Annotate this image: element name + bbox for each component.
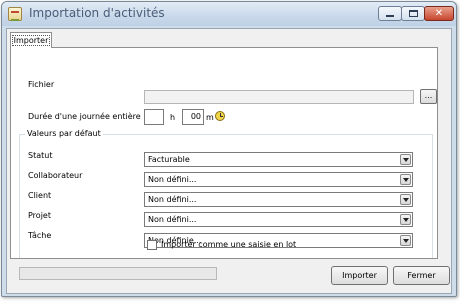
projet-select[interactable]: Non défini...	[144, 212, 413, 227]
tab-importer-label: Importer	[11, 35, 51, 46]
chevron-down-icon[interactable]	[400, 174, 411, 185]
maximize-icon	[408, 10, 418, 17]
fermer-button[interactable]: Fermer	[393, 266, 450, 285]
collaborateur-select[interactable]: Non défini...	[144, 172, 413, 187]
fichier-input[interactable]	[144, 90, 414, 104]
chevron-down-icon[interactable]	[400, 235, 411, 246]
minutes-input[interactable]: 00	[182, 109, 204, 125]
client-value: Non défini...	[148, 195, 197, 204]
collaborateur-label: Collaborateur	[28, 171, 83, 180]
chevron-down-icon[interactable]	[400, 214, 411, 225]
batch-import-checkbox[interactable]	[147, 240, 157, 250]
close-button[interactable]: ✕	[424, 6, 454, 21]
import-button[interactable]: Importer	[331, 266, 388, 285]
defaults-group-title: Valeurs par défaut	[25, 129, 103, 138]
batch-import-label: Importer comme une saisie en lot	[161, 240, 297, 249]
minutes-unit-label: m	[206, 113, 214, 122]
collaborateur-value: Non défini...	[148, 175, 197, 184]
import-dialog-window: Importation d'activités ✕ Importer Fichi…	[1, 1, 457, 297]
minimize-icon	[386, 15, 394, 17]
progress-bar	[19, 267, 217, 280]
chevron-down-icon[interactable]	[400, 154, 411, 165]
app-import-icon	[8, 7, 22, 21]
projet-label: Projet	[28, 211, 51, 220]
minimize-button[interactable]	[378, 6, 402, 21]
statut-value: Facturable	[148, 155, 190, 164]
tab-importer[interactable]: Importer	[10, 32, 52, 48]
statut-label: Statut	[28, 151, 53, 160]
fichier-label: Fichier	[28, 80, 55, 89]
close-icon: ✕	[434, 7, 444, 19]
client-label: Client	[28, 191, 52, 200]
maximize-button[interactable]	[401, 6, 425, 21]
chevron-down-icon[interactable]	[400, 194, 411, 205]
clock-icon[interactable]	[215, 111, 225, 121]
hours-unit-label: h	[170, 113, 176, 122]
tache-label: Tâche	[28, 231, 52, 240]
dialog-client-area: Importer Fichier ... Durée d'une journée…	[6, 28, 452, 294]
window-title: Importation d'activités	[29, 6, 165, 20]
browse-file-button[interactable]: ...	[420, 89, 437, 104]
tab-panel-importer: Fichier ... Durée d'une journée entière …	[10, 47, 438, 259]
projet-value: Non défini...	[148, 215, 197, 224]
hours-input[interactable]	[144, 109, 164, 125]
client-select[interactable]: Non défini...	[144, 192, 413, 207]
title-bar[interactable]: Importation d'activités ✕	[2, 2, 456, 26]
statut-select[interactable]: Facturable	[144, 152, 413, 167]
duree-label: Durée d'une journée entière	[28, 112, 141, 121]
